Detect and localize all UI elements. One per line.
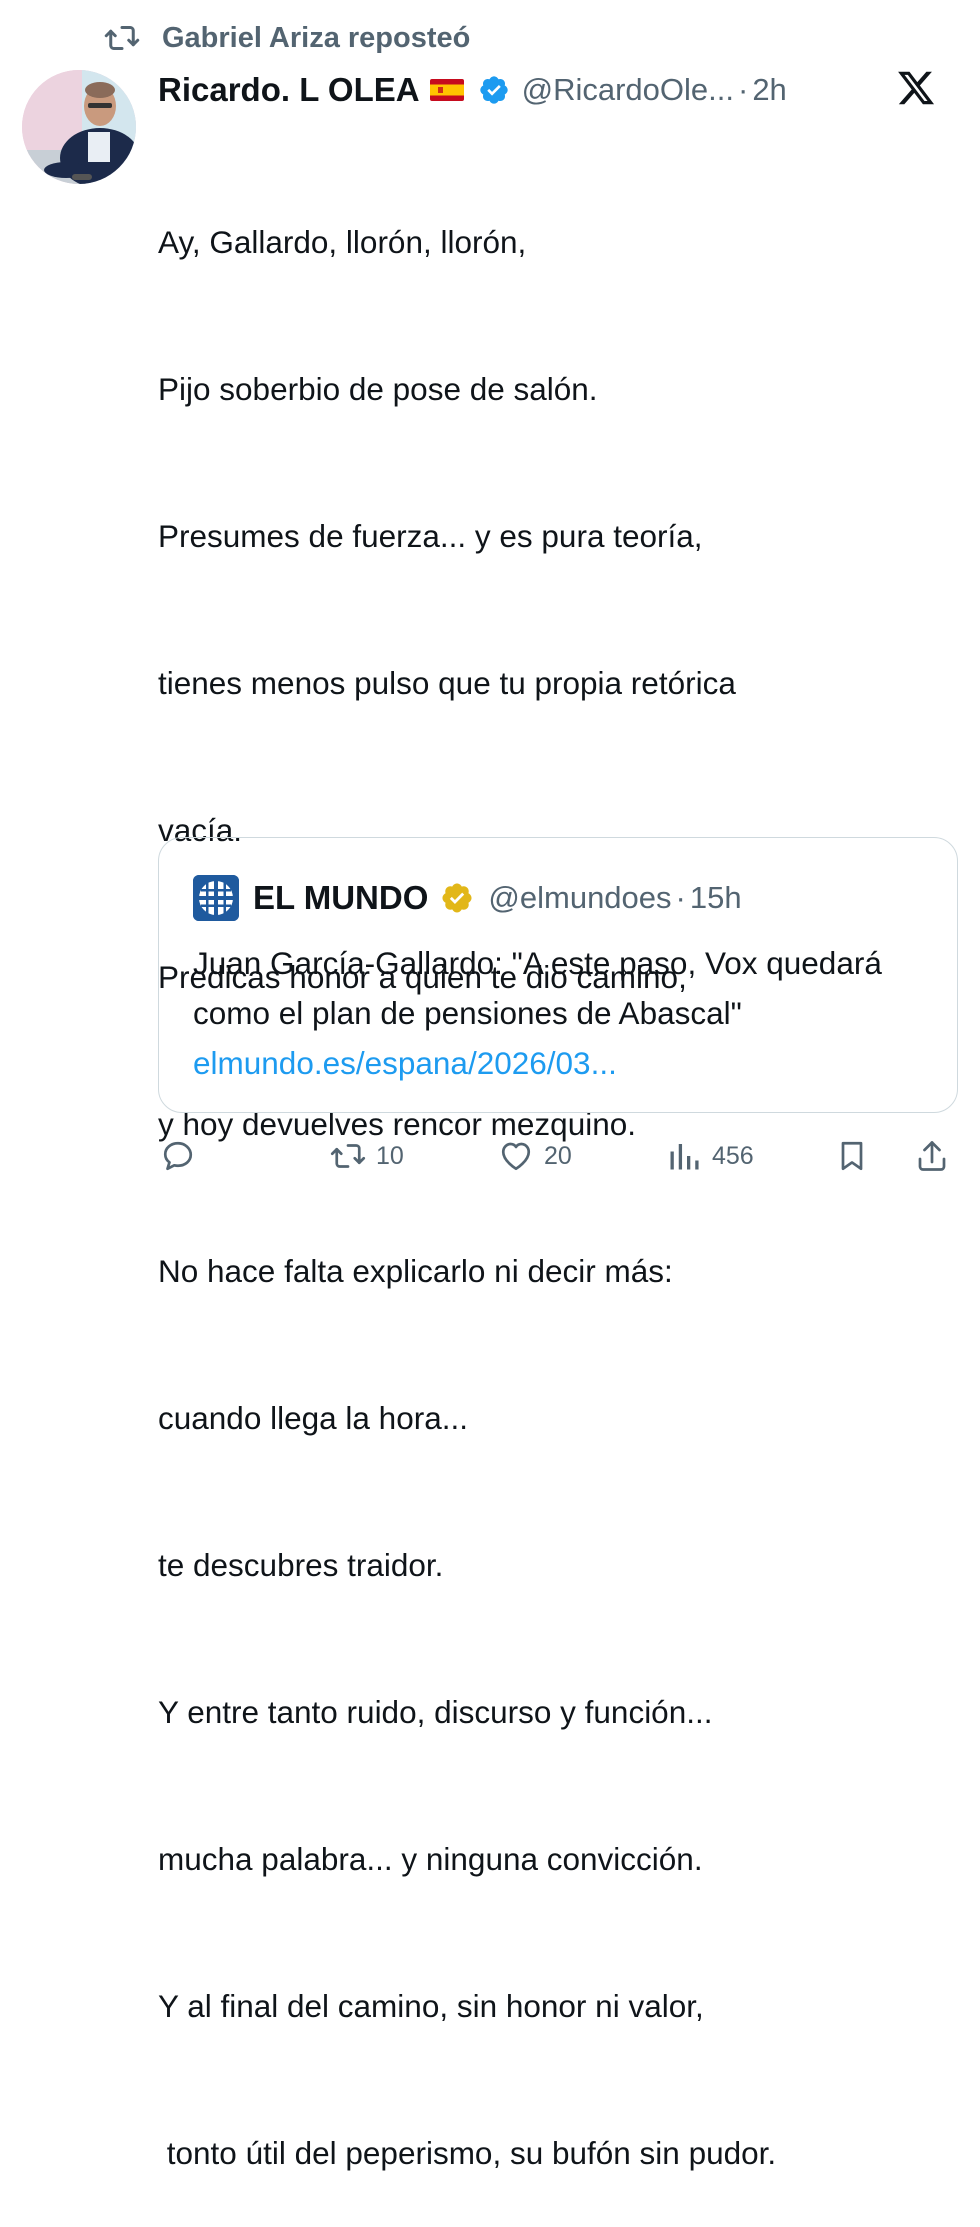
heart-icon — [501, 1142, 531, 1171]
tweet-line: Y entre tanto ruido, discurso y función.… — [158, 1694, 713, 1730]
gold-verified-badge-icon — [442, 883, 472, 913]
views-button[interactable]: 456 — [666, 1132, 754, 1180]
share-button[interactable] — [914, 1132, 950, 1180]
quoted-tweet-header: EL MUNDO @elmundoes · 15h — [193, 874, 742, 922]
avatar-image — [22, 70, 136, 184]
tweet-line: mucha palabra... y ninguna convicción. — [158, 1841, 703, 1877]
el-mundo-logo-icon — [193, 875, 239, 921]
like-button[interactable]: 20 — [498, 1132, 572, 1180]
repost-count: 10 — [376, 1141, 404, 1170]
repost-button[interactable]: 10 — [330, 1132, 404, 1180]
spain-flag-icon — [429, 79, 464, 101]
tweet-line: tienes menos pulso que tu propia retóric… — [158, 665, 736, 701]
quoted-author-name[interactable]: EL MUNDO — [253, 879, 428, 917]
verified-badge-icon — [479, 76, 508, 104]
repost-icon — [104, 26, 140, 50]
tweet-line: te descubres traidor. — [158, 1547, 444, 1583]
tweet-line: Presumes de fuerza... y es pura teoría, — [158, 518, 703, 554]
repost-text: Gabriel Ariza reposteó — [162, 21, 471, 54]
tweet-line: Pijo soberbio de pose de salón. — [158, 371, 598, 407]
views-count: 456 — [712, 1141, 754, 1170]
tweet-line: No hace falta explicarlo ni decir más: — [158, 1253, 673, 1289]
quoted-author-handle[interactable]: @elmundoes — [488, 880, 671, 916]
tweet-line: Y al final del camino, sin honor ni valo… — [158, 1988, 704, 2024]
reply-button[interactable] — [160, 1132, 206, 1180]
tweet-header: Ricardo. L OLEA @RicardoOle... · 2h — [158, 66, 960, 114]
share-icon — [918, 1141, 946, 1171]
quoted-tweet-card[interactable]: EL MUNDO @elmundoes · 15h Juan García-Ga… — [158, 837, 958, 1113]
tweet-time[interactable]: 2h — [752, 72, 786, 108]
tweet-line: Ay, Gallardo, llorón, llorón, — [158, 224, 527, 260]
separator-dot: · — [737, 72, 749, 107]
separator-dot: · — [675, 880, 686, 915]
quoted-article-link[interactable]: elmundo.es/espana/2026/03... — [193, 1045, 617, 1081]
quoted-text-body: Juan García-Gallardo: "A este paso, Vox … — [193, 945, 882, 1031]
bookmark-button[interactable] — [834, 1132, 870, 1180]
author-name[interactable]: Ricardo. L OLEA — [158, 71, 420, 109]
tweet-line: cuando llega la hora... — [158, 1400, 468, 1436]
tweet-line: tonto útil del peperismo, su bufón sin p… — [158, 2135, 777, 2171]
quoted-tweet-text: Juan García-Gallardo: "A este paso, Vox … — [193, 938, 933, 1088]
author-avatar[interactable] — [22, 70, 136, 184]
author-handle[interactable]: @RicardoOle... — [522, 72, 734, 108]
tweet-action-bar: 10 20 456 — [158, 1132, 958, 1180]
x-logo-icon — [898, 71, 935, 105]
like-count: 20 — [544, 1141, 572, 1170]
reply-icon — [163, 1141, 193, 1171]
views-icon — [670, 1144, 699, 1170]
quoted-tweet-time[interactable]: 15h — [690, 880, 742, 916]
repost-indicator[interactable]: Gabriel Ariza reposteó — [104, 18, 470, 58]
repost-icon — [330, 1144, 366, 1168]
bookmark-icon — [841, 1141, 863, 1171]
